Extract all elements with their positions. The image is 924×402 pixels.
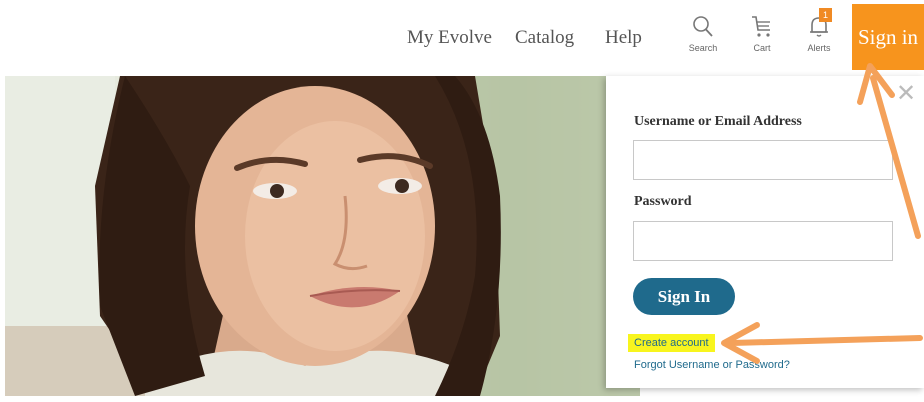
username-input[interactable] — [633, 140, 893, 180]
nav-link-my-evolve[interactable]: My Evolve — [407, 27, 492, 49]
cart-button[interactable]: Cart — [740, 14, 784, 53]
username-label: Username or Email Address — [634, 114, 802, 129]
password-label: Password — [634, 194, 692, 209]
woman-portrait-image — [5, 76, 640, 396]
cart-icon — [752, 16, 770, 37]
search-button[interactable]: Search — [681, 14, 725, 53]
close-icon[interactable]: ✕ — [896, 82, 916, 106]
header-sign-in-button[interactable]: Sign in — [852, 4, 924, 70]
sign-in-submit-button[interactable]: Sign In — [633, 278, 735, 315]
alerts-count-badge: 1 — [819, 8, 832, 22]
hero-photo — [5, 76, 640, 396]
create-account-link[interactable]: Create account — [628, 334, 715, 352]
password-input[interactable] — [633, 221, 893, 261]
top-navigation: My Evolve Catalog Help Search Cart 1 Ale… — [0, 0, 924, 76]
nav-link-help[interactable]: Help — [605, 27, 642, 49]
search-icon — [693, 16, 713, 37]
nav-link-catalog[interactable]: Catalog — [515, 27, 574, 49]
alerts-label: Alerts — [807, 43, 831, 53]
search-label: Search — [688, 43, 718, 53]
cart-label: Cart — [753, 43, 771, 53]
alerts-button[interactable]: 1 Alerts — [797, 8, 841, 53]
forgot-credentials-link[interactable]: Forgot Username or Password? — [634, 359, 790, 371]
login-panel: ✕ Username or Email Address Password Sig… — [606, 76, 924, 388]
